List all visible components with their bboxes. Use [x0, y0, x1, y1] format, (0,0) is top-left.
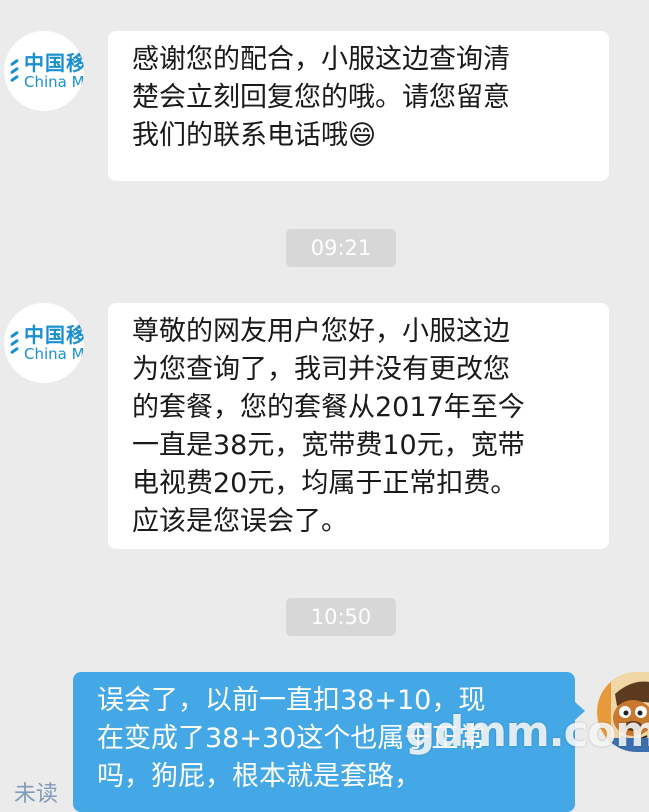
message-line: 吗，狗屁，根本就是套路，	[97, 761, 421, 792]
china-mobile-mark-icon	[9, 329, 20, 357]
timestamp: 09:21	[286, 229, 396, 267]
logo-text-en: China M	[24, 73, 84, 91]
message-line: 电视费20元，均属于正常扣费。	[132, 468, 518, 499]
message-line: 感谢您的配合，小服这边查询清	[132, 44, 510, 75]
message-line: 的套餐，您的套餐从2017年至今	[132, 392, 525, 423]
logo-text-cn: 中国移	[24, 323, 84, 347]
message-line: 楚会立刻回复您的哦。请您留意	[132, 82, 510, 113]
logo-text-cn: 中国移	[24, 51, 84, 75]
chat-thread: 中国移 China M 感谢您的配合，小服这边查询清 楚会立刻回复您的哦。请您留…	[0, 0, 649, 812]
china-mobile-mark-icon	[9, 57, 20, 85]
timestamp: 10:50	[286, 598, 396, 636]
message-line: 我们的联系电话哦😄	[132, 120, 377, 151]
china-mobile-avatar[interactable]: 中国移 China M	[4, 31, 84, 111]
message-bubble-incoming[interactable]: 感谢您的配合，小服这边查询清 楚会立刻回复您的哦。请您留意 我们的联系电话哦😄	[108, 31, 609, 181]
unread-status: 未读	[14, 782, 59, 807]
message-bubble-incoming[interactable]: 尊敬的网友用户您好，小服这边 为您查询了，我司并没有更改您 的套餐，您的套餐从2…	[108, 303, 609, 549]
logo-text-en: China M	[24, 345, 84, 363]
message-line: 应该是您误会了。	[132, 506, 348, 537]
message-line: 为您查询了，我司并没有更改您	[132, 354, 510, 385]
china-mobile-logo: 中国移 China M	[4, 31, 84, 111]
watermark: gdmm.com	[405, 707, 649, 756]
message-line: 一直是38元，宽带费10元，宽带	[132, 430, 525, 461]
message-line: 尊敬的网友用户您好，小服这边	[132, 316, 510, 347]
china-mobile-avatar[interactable]: 中国移 China M	[4, 303, 84, 383]
china-mobile-logo: 中国移 China M	[4, 303, 84, 383]
